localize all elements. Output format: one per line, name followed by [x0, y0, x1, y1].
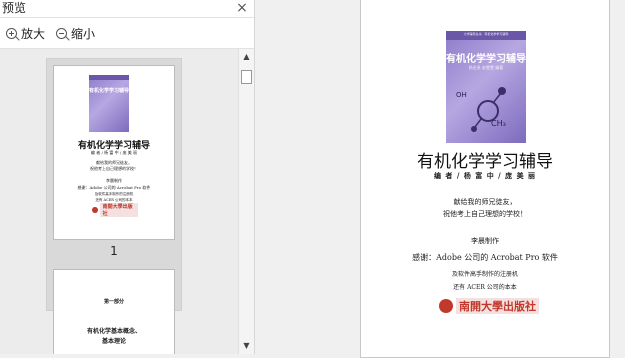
authors-line: 编 者 / 杨 富 中 / 庞 美 丽 [433, 171, 537, 180]
thumbnail-page-1[interactable]: 有机化学学习辅导 有机化学学习辅导 编 者 / 杨 富 中 / 庞 美 丽 献给… [53, 65, 175, 240]
document-page: 大学辅导丛书 · 有机化学学习辅导 有机化学学习辅导 杨金贵 赵雯雯 编著 OH… [360, 0, 610, 358]
scroll-down-icon[interactable]: ▼ [239, 340, 254, 352]
thumbnail-page-2[interactable]: 第一部分 有机化学基本概念、 基本理论 [53, 269, 175, 354]
book-cover-image: 大学辅导丛书 · 有机化学学习辅导 有机化学学习辅导 杨金贵 赵雯雯 编著 OH… [446, 31, 526, 143]
scroll-thumb[interactable] [241, 70, 252, 84]
thanks-line-2: 及软件高手制作的注册机 [451, 271, 518, 278]
publisher-seal-icon [439, 299, 453, 313]
producer-line: 李晨制作 [471, 237, 499, 245]
preview-panel: 预览 × 放大 缩小 有机化学学习辅导 有机化学学习辅导 编 者 / 杨 富 中… [0, 0, 255, 354]
zoom-out-icon [56, 27, 67, 39]
zoom-toolbar: 放大 缩小 [0, 18, 254, 49]
thumbnail-scrollbar[interactable]: ▲ ▼ [238, 49, 254, 354]
thumbnail-page-number: 1 [110, 244, 118, 258]
thanks-line-3: 还有 ACER 公司的本本 [453, 284, 517, 291]
dedication-line-1: 献给我的师兄徒友， [453, 198, 517, 206]
panel-header: 预览 × [0, 0, 254, 18]
zoom-in-icon [6, 27, 17, 39]
panel-title: 预览 [2, 1, 27, 15]
dedication-line-2: 祝他考上自己理想的学校！ [443, 210, 527, 218]
thanks-line: 感谢：Adobe 公司的 Acrobat Pro 软件 [412, 253, 558, 262]
molecule-illustration [471, 87, 506, 132]
zoom-in-label: 放大 [21, 26, 46, 41]
zoom-in-button[interactable]: 放大 [6, 23, 45, 43]
zoom-out-label: 缩小 [71, 26, 96, 41]
thumbnail-publisher-logo: 南開大學出版社 [92, 203, 138, 217]
scroll-up-icon[interactable]: ▲ [239, 51, 254, 63]
thumbnail-list: 有机化学学习辅导 有机化学学习辅导 编 者 / 杨 富 中 / 庞 美 丽 献给… [0, 49, 238, 354]
publisher-logo: 南開大學出版社 [429, 295, 549, 317]
document-view: 大学辅导丛书 · 有机化学学习辅导 有机化学学习辅导 杨金贵 赵雯雯 编著 OH… [255, 0, 625, 358]
close-button[interactable]: × [235, 0, 249, 16]
zoom-out-button[interactable]: 缩小 [56, 23, 95, 43]
thumbnail-cover-image: 有机化学学习辅导 [89, 75, 129, 132]
page-title: 有机化学学习辅导 [417, 152, 553, 172]
